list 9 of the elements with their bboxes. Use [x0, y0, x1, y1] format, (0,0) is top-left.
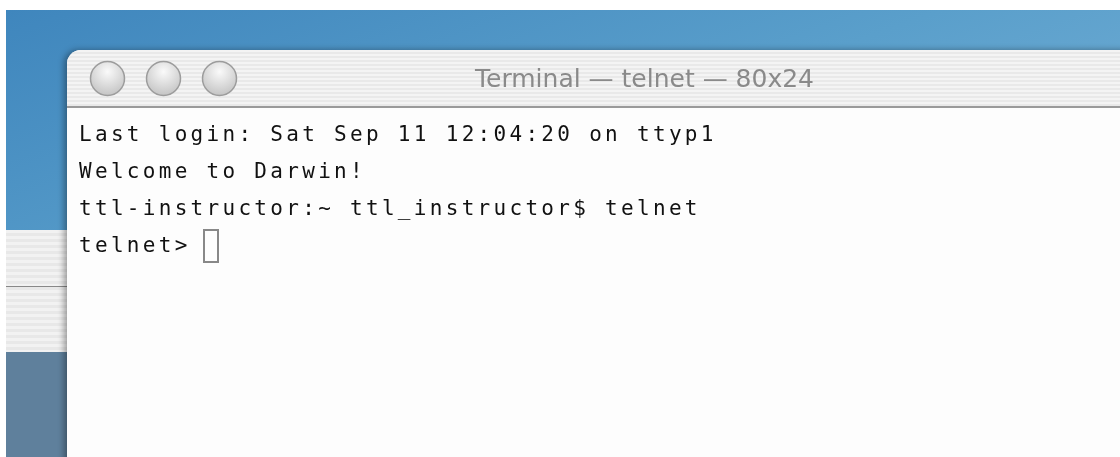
- window-control-icon[interactable]: [89, 59, 126, 97]
- terminal-line: Welcome to Darwin!: [79, 158, 366, 185]
- terminal-prompt: telnet>: [79, 232, 191, 259]
- window-title: Terminal — telnet — 80x24: [475, 63, 814, 93]
- window-control-icon[interactable]: [201, 59, 238, 97]
- window-control-icon[interactable]: [145, 59, 182, 97]
- text-cursor-icon: [202, 228, 219, 263]
- terminal-line: Last login: Sat Sep 11 12:04:20 on ttyp1: [79, 121, 717, 148]
- terminal-line: ttl-instructor:~ ttl_instructor$ telnet: [79, 195, 701, 222]
